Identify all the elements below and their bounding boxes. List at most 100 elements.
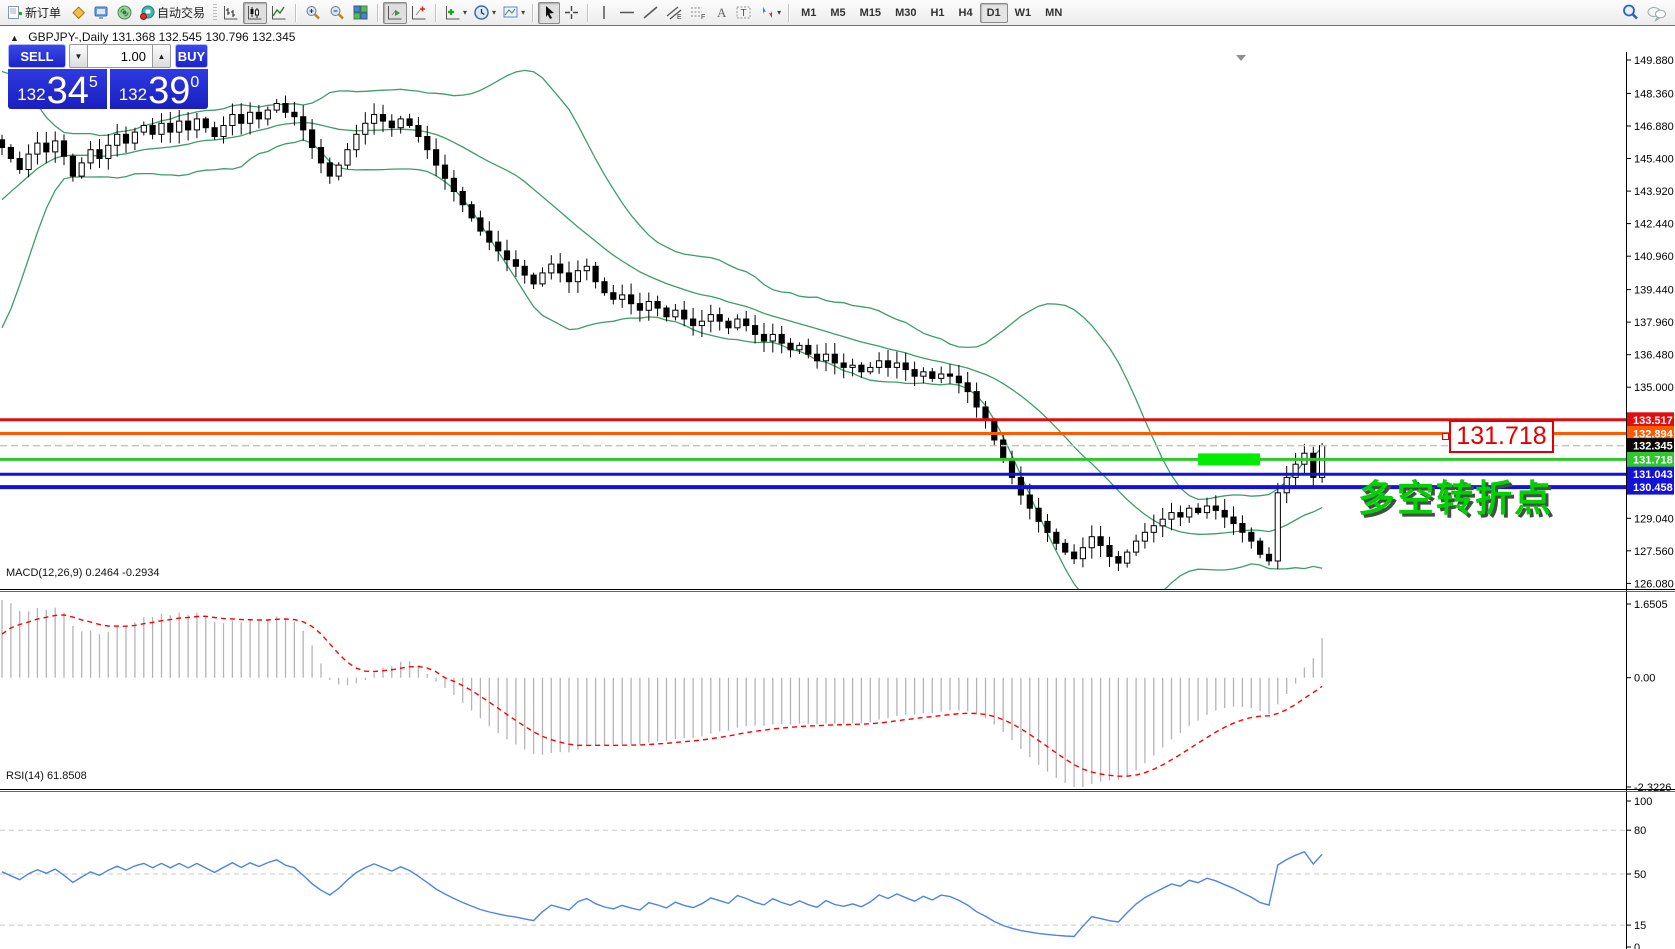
zoom-in-button[interactable] [301, 2, 325, 24]
timeframe-button-mn[interactable]: MN [1038, 3, 1069, 23]
zoom-out-button[interactable] [325, 2, 349, 24]
vertical-line-button[interactable] [593, 2, 615, 24]
chart-title: GBPJPY-,Daily [28, 30, 108, 44]
svg-text:F: F [701, 14, 705, 21]
cursor-button[interactable] [538, 2, 560, 24]
equidistant-channel-button[interactable]: E [662, 2, 686, 24]
arrows-button[interactable]: ▾ [756, 2, 784, 24]
autotrading-label: 自动交易 [157, 4, 205, 21]
rsi-axis-label: 50 [1634, 869, 1646, 881]
signals-button[interactable] [113, 2, 136, 24]
svg-text:132.345: 132.345 [1633, 441, 1673, 453]
price-tick-label: 142.440 [1634, 219, 1674, 231]
buy-price-figure: 132 [119, 86, 147, 103]
chat-button[interactable] [1643, 2, 1671, 24]
periods-dropdown-caret[interactable]: ▾ [492, 8, 496, 17]
fibonacci-button[interactable]: F [686, 2, 710, 24]
tile-windows-button[interactable] [349, 2, 373, 24]
zoom-in-icon [304, 4, 322, 22]
sell-button[interactable]: SELL [8, 44, 66, 68]
tile-windows-icon [352, 4, 370, 21]
line-chart-icon [270, 4, 288, 21]
mt4-terminal: { "toolbar": { "new_order_label": "新订单",… [0, 0, 1675, 949]
timeframe-button-m15[interactable]: M15 [853, 3, 888, 23]
timeframe-button-w1[interactable]: W1 [1008, 3, 1039, 23]
line-chart-button[interactable] [267, 2, 291, 24]
new-order-button[interactable]: 新订单 [4, 2, 67, 24]
svg-text:E: E [677, 14, 682, 21]
auto-scroll-button[interactable] [383, 2, 407, 24]
volume-decrease-button[interactable]: ▼ [69, 44, 88, 68]
svg-text:131.718: 131.718 [1633, 454, 1673, 466]
vertical-line-icon [598, 4, 610, 21]
timeframe-button-h1[interactable]: H1 [923, 3, 951, 23]
new-order-label: 新订单 [25, 4, 61, 21]
signals-icon [116, 4, 133, 21]
horizontal-line-button[interactable] [615, 2, 639, 24]
annotation-text[interactable]: 多空转折点 [1358, 468, 1553, 522]
price-tick-label: 140.960 [1634, 251, 1674, 263]
timeframe-button-m1[interactable]: M1 [794, 3, 823, 23]
search-icon [1621, 3, 1640, 22]
price-tick-label: 136.480 [1634, 350, 1674, 362]
one-click-trading-panel: SELL ▼ 1.00 ▲ BUY 132 34 5 132 39 0 [8, 44, 208, 110]
candlestick-chart-button[interactable] [243, 2, 267, 24]
indicators-dropdown-caret[interactable]: ▾ [463, 8, 467, 17]
trendline-button[interactable] [639, 2, 662, 24]
price-callout-label[interactable]: 131.718 [1449, 420, 1554, 453]
periods-button[interactable]: ▾ [470, 2, 499, 24]
toolbar-grip [213, 4, 217, 22]
macd-axis-label: -2.3226 [1634, 782, 1671, 794]
crosshair-button[interactable] [560, 2, 583, 24]
text-label-button[interactable]: T [732, 2, 756, 24]
pane-resize-handle-macd[interactable] [0, 561, 1675, 566]
fibonacci-icon: F [689, 4, 707, 21]
horizontal-line-icon [618, 4, 636, 21]
zoom-out-icon [328, 4, 346, 22]
search-button[interactable] [1618, 2, 1643, 24]
svg-text:T: T [741, 8, 747, 19]
macd-axis-label: 1.6505 [1634, 599, 1668, 611]
sell-price-display[interactable]: 132 34 5 [8, 69, 107, 109]
templates-dropdown-caret[interactable]: ▾ [521, 8, 525, 17]
rsi-indicator-label: RSI(14) 61.8508 [6, 770, 87, 782]
timeframe-button-m30[interactable]: M30 [888, 3, 923, 23]
buy-price-point: 0 [190, 75, 199, 91]
timeframe-button-m5[interactable]: M5 [823, 3, 852, 23]
bar-chart-button[interactable] [219, 2, 243, 24]
crosshair-icon [563, 4, 580, 21]
metaeditor-button[interactable] [67, 2, 90, 24]
market-button[interactable] [90, 2, 113, 24]
svg-text:133.517: 133.517 [1633, 415, 1673, 427]
svg-text:130.458: 130.458 [1633, 482, 1673, 494]
trendline-icon [642, 4, 659, 21]
price-tick-label: 126.080 [1634, 578, 1674, 590]
highlight-rectangle[interactable] [1198, 453, 1260, 465]
new-order-icon [7, 4, 24, 21]
volume-increase-button[interactable]: ▲ [152, 44, 171, 68]
candlestick-chart-icon [246, 4, 264, 21]
price-tick-label: 135.000 [1634, 382, 1674, 394]
buy-button[interactable]: BUY [175, 44, 208, 68]
text-button[interactable]: A [710, 2, 732, 24]
indicators-icon [444, 4, 462, 21]
templates-button[interactable]: ▾ [499, 2, 528, 24]
pane-resize-handle-rsi[interactable] [0, 761, 1675, 766]
volume-input[interactable]: 1.00 [88, 44, 152, 68]
collapse-panel-arrow[interactable]: ▲ [10, 33, 19, 43]
timeframe-button-h4[interactable]: H4 [952, 3, 980, 23]
timeframe-button-d1[interactable]: D1 [980, 3, 1008, 23]
ohlc-high: 132.545 [159, 30, 202, 44]
price-tick-label: 127.560 [1634, 546, 1674, 558]
chart-shift-button[interactable] [407, 2, 431, 24]
autotrading-icon [139, 4, 156, 21]
equidistant-channel-icon: E [665, 4, 683, 21]
price-tick-label: 148.360 [1634, 88, 1674, 100]
indicators-button[interactable]: ▾ [441, 2, 470, 24]
buy-price-display[interactable]: 132 39 0 [110, 69, 208, 109]
price-tag-131.718: 131.718 [1627, 452, 1674, 467]
arrows-dropdown-caret[interactable]: ▾ [777, 8, 781, 17]
sell-price-figure: 132 [17, 86, 45, 103]
autotrading-button[interactable]: 自动交易 [136, 2, 211, 24]
sell-price-pips: 34 [47, 76, 89, 107]
